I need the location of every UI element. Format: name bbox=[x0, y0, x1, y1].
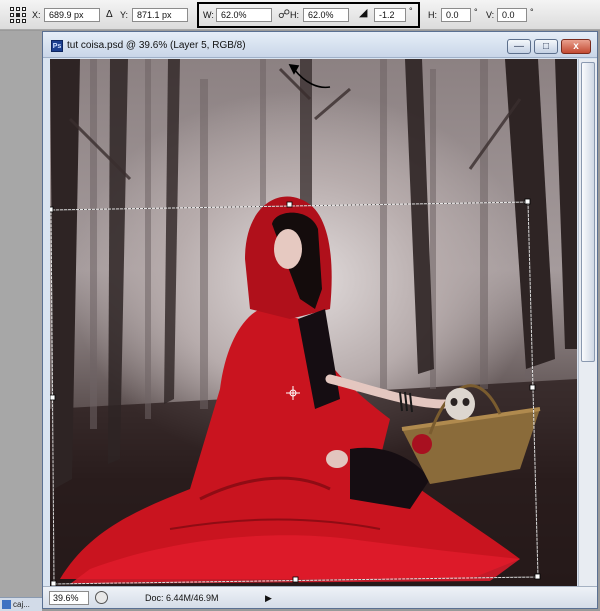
navigator-icon[interactable] bbox=[95, 591, 108, 604]
x-position-field[interactable]: 689.9 px bbox=[44, 8, 100, 22]
skew-v-degree-unit: ° bbox=[530, 7, 534, 17]
skew-horizontal-field[interactable]: 0.0 bbox=[441, 8, 471, 22]
skew-vertical-field[interactable]: 0.0 bbox=[497, 8, 527, 22]
document-size-info[interactable]: Doc: 6.44M/46.9M bbox=[145, 592, 219, 604]
skew-v-label: V: bbox=[486, 10, 495, 20]
taskbar-app-icon[interactable] bbox=[2, 600, 11, 609]
height-scale-field[interactable]: 62.0% bbox=[303, 8, 349, 22]
y-label: Y: bbox=[120, 10, 129, 20]
close-button[interactable]: x bbox=[561, 39, 591, 54]
document-title-bar[interactable]: Ps tut coisa.psd @ 39.6% (Layer 5, RGB/8… bbox=[43, 32, 597, 58]
rotate-angle-icon: ◢ bbox=[359, 7, 368, 19]
x-label: X: bbox=[32, 10, 41, 20]
taskbar: caj... bbox=[0, 597, 42, 611]
options-bar: X: 689.9 px Δ Y: 871.1 px W: 62.0% ☍ H: … bbox=[0, 0, 600, 30]
chain-link-icon[interactable]: ☍ bbox=[278, 8, 290, 20]
maximize-button[interactable]: □ bbox=[534, 39, 558, 54]
taskbar-item-label[interactable]: caj... bbox=[13, 599, 30, 610]
document-canvas[interactable] bbox=[50, 59, 577, 586]
skew-h-degree-unit: ° bbox=[474, 7, 478, 17]
rotate-field[interactable]: -1.2 bbox=[374, 8, 406, 22]
width-scale-field[interactable]: 62.0% bbox=[216, 8, 272, 22]
vertical-scroll-thumb[interactable] bbox=[581, 62, 595, 362]
panel-dock-strip bbox=[0, 31, 42, 611]
face bbox=[274, 229, 302, 269]
document-title: tut coisa.psd @ 39.6% (Layer 5, RGB/8) bbox=[67, 40, 246, 51]
document-status-bar: 39.6% Doc: 6.44M/46.9M ▶ bbox=[43, 586, 597, 608]
skew-h-label: H: bbox=[428, 10, 437, 20]
document-window: Ps tut coisa.psd @ 39.6% (Layer 5, RGB/8… bbox=[42, 31, 598, 609]
status-menu-arrow-icon[interactable]: ▶ bbox=[265, 592, 272, 604]
vertical-scrollbar[interactable] bbox=[578, 59, 597, 586]
y-position-field[interactable]: 871.1 px bbox=[132, 8, 188, 22]
w-label: W: bbox=[203, 10, 214, 20]
h-label: H: bbox=[290, 10, 299, 20]
skull bbox=[445, 388, 475, 420]
photoshop-icon: Ps bbox=[51, 40, 63, 52]
relative-position-icon[interactable]: Δ bbox=[106, 9, 113, 21]
canvas-artwork bbox=[50, 59, 577, 586]
minimize-button[interactable]: — bbox=[507, 39, 531, 54]
rotate-degree-unit: ° bbox=[409, 6, 413, 16]
reference-point-locator[interactable] bbox=[10, 7, 26, 23]
zoom-level-field[interactable]: 39.6% bbox=[49, 591, 89, 605]
